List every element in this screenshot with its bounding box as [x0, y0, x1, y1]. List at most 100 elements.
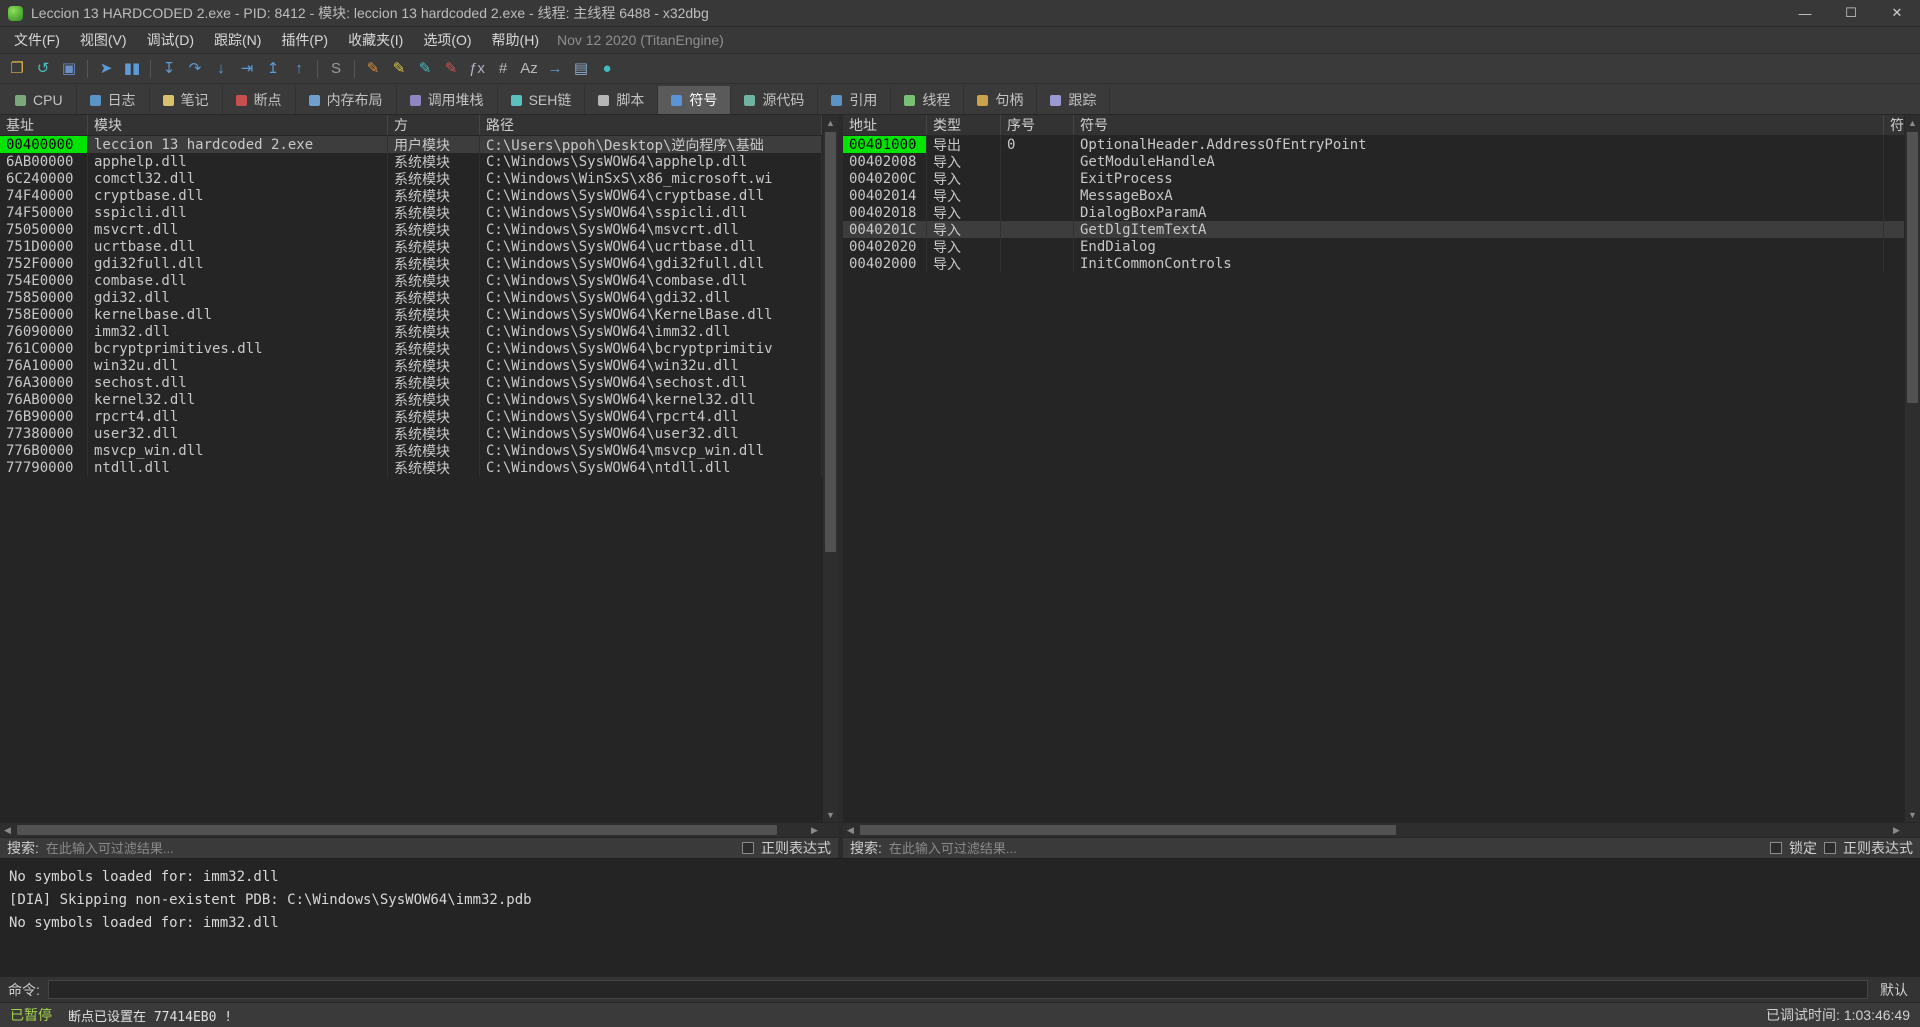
column-header-ordinal[interactable]: 序号 [1001, 115, 1074, 135]
table-row[interactable]: 761C0000bcryptprimitives.dll系统模块C:\Windo… [0, 340, 822, 357]
scroll-up-icon[interactable]: ▲ [1905, 115, 1920, 130]
table-row[interactable]: 00402020导入EndDialog [843, 238, 1904, 255]
scroll-thumb[interactable] [17, 825, 777, 835]
checksum-button[interactable]: # [491, 57, 515, 81]
tab-call-stack[interactable]: 调用堆栈 [397, 86, 498, 114]
table-row[interactable]: 0040201C导入GetDlgItemTextA [843, 221, 1904, 238]
tab-handles[interactable]: 句柄 [964, 86, 1037, 114]
table-row[interactable]: 6AB00000apphelp.dll系统模块C:\Windows\SysWOW… [0, 153, 822, 170]
column-header-party[interactable]: 方 [388, 115, 480, 135]
scroll-down-icon[interactable]: ▼ [823, 807, 838, 822]
modules-regex-checkbox[interactable] [742, 842, 754, 854]
scroll-down-icon[interactable]: ▼ [1905, 807, 1920, 822]
symbols-regex-checkbox[interactable] [1824, 842, 1836, 854]
table-row[interactable]: 76090000imm32.dll系统模块C:\Windows\SysWOW64… [0, 323, 822, 340]
menu-item-帮助[interactable]: 帮助(H) [482, 27, 549, 53]
scroll-thumb[interactable] [1907, 132, 1918, 403]
table-row[interactable]: 00401000导出0OptionalHeader.AddressOfEntry… [843, 136, 1904, 153]
table-row[interactable]: 00402000导入InitCommonControls [843, 255, 1904, 272]
lock-checkbox[interactable] [1770, 842, 1782, 854]
table-row[interactable]: 77790000ntdll.dll系统模块C:\Windows\SysWOW64… [0, 459, 822, 476]
manual-button[interactable]: ▤ [569, 57, 593, 81]
scroll-left-icon[interactable]: ◀ [843, 823, 858, 838]
column-header-base[interactable]: 基址 [0, 115, 88, 135]
table-row[interactable]: 75850000gdi32.dll系统模块C:\Windows\SysWOW64… [0, 289, 822, 306]
scroll-up-icon[interactable]: ▲ [823, 115, 838, 130]
symbols-horizontal-scrollbar[interactable]: ◀ ▶ [843, 822, 1920, 837]
column-header-path[interactable]: 路径 [480, 115, 822, 135]
highlighting-mode-button[interactable]: ✎ [387, 57, 411, 81]
column-header-undecorated[interactable]: 符号(已消除修饰) [1884, 115, 1904, 135]
patches-button[interactable]: ✎ [413, 57, 437, 81]
menu-item-选项[interactable]: 选项(O) [413, 27, 481, 53]
table-row[interactable]: 77380000user32.dll系统模块C:\Windows\SysWOW6… [0, 425, 822, 442]
table-row[interactable]: 758E0000kernelbase.dll系统模块C:\Windows\Sys… [0, 306, 822, 323]
table-row[interactable]: 754E0000combase.dll系统模块C:\Windows\SysWOW… [0, 272, 822, 289]
trace-into-button[interactable]: ↓ [209, 57, 233, 81]
menu-item-插件[interactable]: 插件(P) [271, 27, 338, 53]
step-into-button[interactable]: ↧ [157, 57, 181, 81]
column-header-module[interactable]: 模块 [88, 115, 388, 135]
run-to-user-code-button[interactable]: ↑ [287, 57, 311, 81]
table-row[interactable]: 776B0000msvcp_win.dll系统模块C:\Windows\SysW… [0, 442, 822, 459]
table-row[interactable]: 00402018导入DialogBoxParamA [843, 204, 1904, 221]
minimize-button[interactable]: — [1782, 0, 1828, 26]
tab-seh-chain[interactable]: SEH链 [498, 86, 586, 114]
open-file-button[interactable]: ❐ [5, 57, 29, 81]
table-row[interactable]: 74F50000sspicli.dll系统模块C:\Windows\SysWOW… [0, 204, 822, 221]
assemble-button[interactable]: ✎ [361, 57, 385, 81]
preferences-button[interactable]: ● [595, 57, 619, 81]
table-row[interactable]: 76AB0000kernel32.dll系统模块C:\Windows\SysWO… [0, 391, 822, 408]
stop-button[interactable]: ▣ [57, 57, 81, 81]
table-row[interactable]: 00402014导入MessageBoxA [843, 187, 1904, 204]
menu-item-视图[interactable]: 视图(V) [70, 27, 137, 53]
symbols-log-output[interactable]: No symbols loaded for: imm32.dll[DIA] Sk… [0, 858, 1920, 976]
execute-till-return-button[interactable]: ↥ [261, 57, 285, 81]
column-header-type[interactable]: 类型 [927, 115, 1001, 135]
pause-button[interactable]: ▮▮ [120, 57, 144, 81]
scroll-left-icon[interactable]: ◀ [0, 823, 15, 838]
tab-symbols[interactable]: 符号 [658, 86, 731, 114]
tab-breakpoints[interactable]: 断点 [223, 86, 296, 114]
scroll-thumb[interactable] [825, 132, 836, 552]
restart-button[interactable]: ↺ [31, 57, 55, 81]
edit-comment-button[interactable]: ✎ [439, 57, 463, 81]
symbols-vertical-scrollbar[interactable]: ▲ ▼ [1904, 115, 1920, 822]
strings-button[interactable]: Az [517, 57, 541, 81]
column-header-symbol[interactable]: 符号 [1074, 115, 1884, 135]
close-button[interactable]: ✕ [1874, 0, 1920, 26]
table-row[interactable]: 752F0000gdi32full.dll系统模块C:\Windows\SysW… [0, 255, 822, 272]
scroll-thumb[interactable] [860, 825, 1396, 835]
tab-source[interactable]: 源代码 [731, 86, 818, 114]
tab-trace[interactable]: 跟踪 [1037, 86, 1110, 114]
table-row[interactable]: 6C240000comctl32.dll系统模块C:\Windows\WinSx… [0, 170, 822, 187]
menu-item-文件[interactable]: 文件(F) [4, 27, 70, 53]
goto-button[interactable]: → [543, 57, 567, 81]
table-row[interactable]: 0040200C导入ExitProcess [843, 170, 1904, 187]
modules-horizontal-scrollbar[interactable]: ◀ ▶ [0, 822, 838, 837]
menu-item-跟踪[interactable]: 跟踪(N) [204, 27, 271, 53]
run-to-cursor-button[interactable]: ⇥ [235, 57, 259, 81]
trace-record-button[interactable]: S [324, 57, 348, 81]
run-button[interactable]: ➤ [94, 57, 118, 81]
scroll-right-icon[interactable]: ▶ [1889, 823, 1904, 838]
table-row[interactable]: 00402008导入GetModuleHandleA [843, 153, 1904, 170]
modify-value-button[interactable]: ƒx [465, 57, 489, 81]
symbols-search-input[interactable] [889, 841, 1763, 856]
command-input[interactable] [48, 980, 1868, 999]
step-over-button[interactable]: ↷ [183, 57, 207, 81]
table-row[interactable]: 76A10000win32u.dll系统模块C:\Windows\SysWOW6… [0, 357, 822, 374]
menu-item-收藏夹[interactable]: 收藏夹(I) [338, 27, 413, 53]
table-row[interactable]: 75050000msvcrt.dll系统模块C:\Windows\SysWOW6… [0, 221, 822, 238]
tab-script[interactable]: 脚本 [585, 86, 658, 114]
command-type-selector[interactable]: 默认 [1876, 980, 1912, 1000]
tab-threads[interactable]: 线程 [891, 86, 964, 114]
column-header-address[interactable]: 地址 [843, 115, 927, 135]
table-row[interactable]: 76B90000rpcrt4.dll系统模块C:\Windows\SysWOW6… [0, 408, 822, 425]
tab-references[interactable]: 引用 [818, 86, 891, 114]
menu-item-调试[interactable]: 调试(D) [137, 27, 204, 53]
modules-search-input[interactable] [46, 841, 735, 856]
scroll-right-icon[interactable]: ▶ [807, 823, 822, 838]
maximize-button[interactable]: ☐ [1828, 0, 1874, 26]
table-row[interactable]: 751D0000ucrtbase.dll系统模块C:\Windows\SysWO… [0, 238, 822, 255]
